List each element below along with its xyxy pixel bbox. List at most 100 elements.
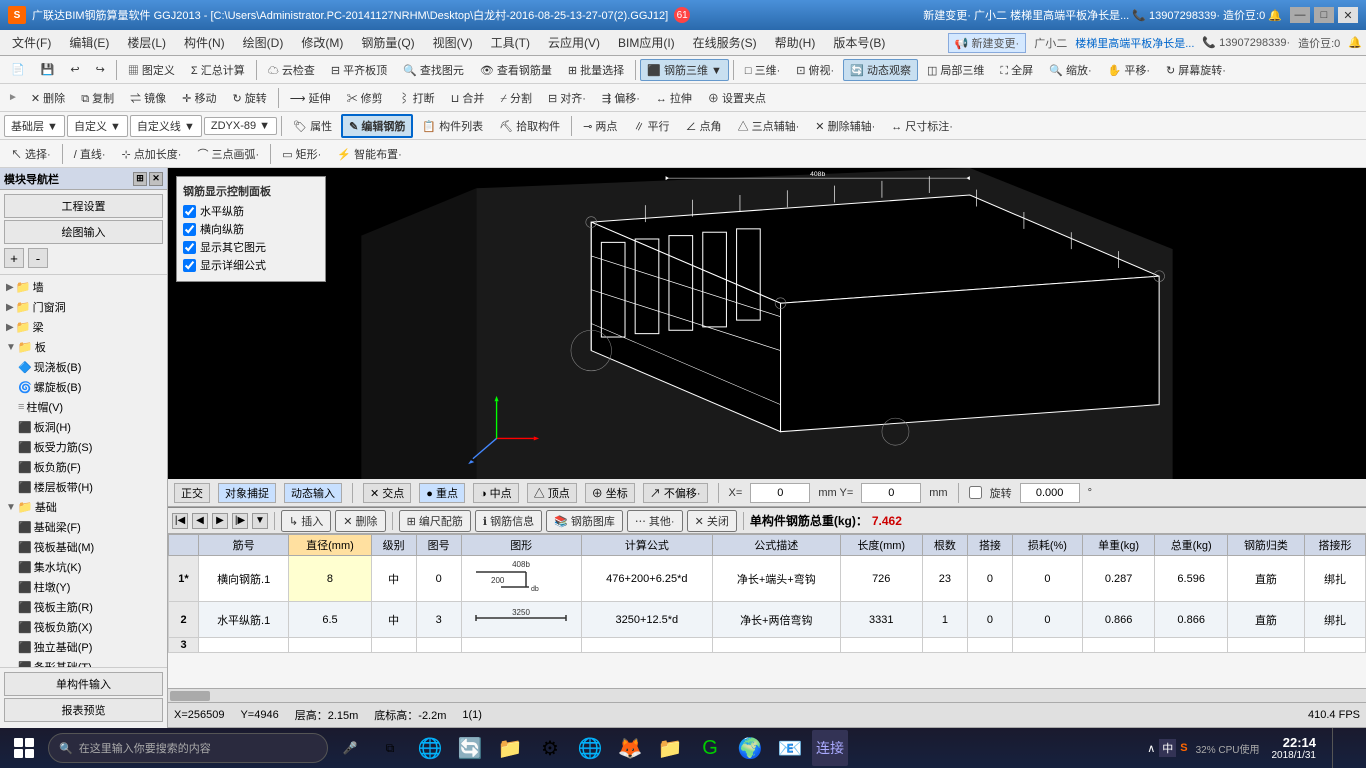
no-offset-btn[interactable]: ↗ 不偏移·	[643, 483, 708, 503]
tb-rect[interactable]: ▭ 矩形·	[275, 143, 328, 165]
tb-delete[interactable]: ✕ 删除	[24, 87, 72, 109]
tb-zdyx[interactable]: ZDYX-89 ▼	[204, 117, 277, 135]
tb-smart-layout[interactable]: ⚡ 智能布置·	[330, 143, 408, 165]
menu-draw[interactable]: 绘图(D)	[235, 32, 292, 53]
menu-bim[interactable]: BIM应用(I)	[610, 32, 683, 53]
nav-next[interactable]: ▶	[212, 513, 228, 529]
tb-custom-line[interactable]: 自定义线 ▼	[130, 115, 202, 137]
taskbar-folder[interactable]: 📁	[492, 730, 528, 766]
sidebar-float-btn[interactable]: ⊞	[133, 172, 147, 186]
close-panel-btn[interactable]: ✕ 关闭	[687, 510, 737, 532]
x-input[interactable]	[750, 483, 810, 503]
row2-lap[interactable]: 0	[967, 602, 1012, 638]
tree-foundation[interactable]: ▼ 📁 基础	[2, 497, 165, 517]
tb-split[interactable]: ⌿ 分割	[493, 87, 539, 109]
tb-calc[interactable]: Σ 汇总计算	[184, 59, 252, 81]
menu-help[interactable]: 帮助(H)	[767, 32, 824, 53]
tb-del-aux[interactable]: ✕ 删除辅轴·	[808, 115, 882, 137]
tree-slab-rebar[interactable]: ⬛ 板受力筋(S)	[14, 437, 165, 457]
row2-shapenum[interactable]: 3	[416, 602, 461, 638]
new-change-btn[interactable]: 📢 新建变更·	[948, 33, 1026, 53]
tree-column-cap[interactable]: ≡ 柱帽(V)	[14, 397, 165, 417]
nav-first[interactable]: |◀	[172, 513, 188, 529]
start-button[interactable]	[4, 728, 44, 768]
tb-zoom[interactable]: 🔍 缩放·	[1042, 59, 1098, 81]
tb-three-aux[interactable]: △ 三点辅轴·	[731, 115, 807, 137]
tb-top-view[interactable]: ⊡ 俯视·	[789, 59, 841, 81]
tree-slab-hole[interactable]: ⬛ 板洞(H)	[14, 417, 165, 437]
dynamic-input-btn[interactable]: 动态输入	[284, 483, 342, 503]
table-row[interactable]: 3	[169, 638, 1366, 653]
row2-length[interactable]: 3331	[840, 602, 922, 638]
sidebar-collapse-btn[interactable]: -	[28, 248, 48, 268]
close-button[interactable]: ✕	[1338, 7, 1358, 23]
tb-new[interactable]: 📄	[4, 60, 32, 79]
rebar-lib-btn[interactable]: 📚 钢筋图库	[546, 510, 623, 532]
row1-formula[interactable]: 476+200+6.25*d	[581, 556, 712, 602]
tb-merge[interactable]: ⊔ 合并	[444, 87, 492, 109]
tb-screen-rotate[interactable]: ↻ 屏幕旋转·	[1159, 59, 1233, 81]
tree-spiral-slab[interactable]: 🌀 螺旋板(B)	[14, 377, 165, 397]
tree-isolated-found[interactable]: ⬛ 独立基础(P)	[14, 637, 165, 657]
tree-beam[interactable]: ▶ 📁 梁	[2, 317, 165, 337]
row1-grade[interactable]: 中	[371, 556, 416, 602]
tb-point-extend[interactable]: ⊹ 点加长度·	[115, 143, 189, 165]
row1-loss[interactable]: 0	[1012, 556, 1082, 602]
row3-loss[interactable]	[1012, 638, 1082, 653]
row2-count[interactable]: 1	[922, 602, 967, 638]
rebar-info-btn[interactable]: ℹ 钢筋信息	[475, 510, 542, 532]
table-row[interactable]: 1* 横向钢筋.1 8 中 0 408b	[169, 556, 1366, 602]
taskbar-app-green[interactable]: G	[692, 730, 728, 766]
tb-undo[interactable]: ↩	[63, 60, 86, 79]
tb-local-3d[interactable]: ◫ 局部三维	[920, 59, 991, 81]
3d-viewport[interactable]: 408b 钢筋显示控制面板 水平纵筋 横向纵筋	[168, 168, 1366, 479]
taskbar-task-view[interactable]: ⧉	[372, 730, 408, 766]
tree-neg-rebar[interactable]: ⬛ 板负筋(F)	[14, 457, 165, 477]
tb-cloud-check[interactable]: ☁ 云检查	[261, 59, 322, 81]
row3-count[interactable]	[922, 638, 967, 653]
tb-align[interactable]: ⊟ 对齐·	[541, 87, 593, 109]
tray-chevron[interactable]: ∧	[1147, 742, 1155, 755]
taskbar-search[interactable]: 🔍 在这里输入你要搜索的内容	[48, 733, 328, 763]
maximize-button[interactable]: □	[1314, 7, 1334, 23]
tray-ime[interactable]: 中	[1159, 739, 1176, 757]
tb-arc[interactable]: ⌒ 三点画弧·	[190, 143, 266, 165]
row1-diameter[interactable]: 8	[289, 556, 371, 602]
tb-pick[interactable]: ⛏ 拾取构件	[492, 115, 567, 137]
snap-btn[interactable]: 对象捕捉	[218, 483, 276, 503]
tb-custom-select[interactable]: 自定义 ▼	[67, 115, 128, 137]
row3-formula[interactable]	[581, 638, 712, 653]
notification-badge[interactable]: 61	[674, 7, 690, 23]
vertex-btn[interactable]: △ 顶点	[527, 483, 577, 503]
tree-wall[interactable]: ▶ 📁 墙	[2, 277, 165, 297]
tb-select[interactable]: ↖ 选择·	[4, 143, 58, 165]
row1-count[interactable]: 23	[922, 556, 967, 602]
tb-move[interactable]: ✛ 移动	[175, 87, 223, 109]
tb-trim[interactable]: ✂ 修剪	[340, 87, 390, 109]
delete-btn[interactable]: ✕ 删除	[335, 510, 385, 532]
tree-floor-band[interactable]: ⬛ 楼层板带(H)	[14, 477, 165, 497]
table-row[interactable]: 2 水平纵筋.1 6.5 中 3 3250	[169, 602, 1366, 638]
row3-shapenum[interactable]	[416, 638, 461, 653]
row1-category[interactable]: 直筋	[1227, 556, 1304, 602]
taskbar-ie[interactable]: 🌐	[572, 730, 608, 766]
tb-3d[interactable]: □ 三维·	[738, 59, 787, 81]
tree-found-beam[interactable]: ⬛ 基础梁(F)	[14, 517, 165, 537]
nav-prev[interactable]: ◀	[192, 513, 208, 529]
report-preview-btn[interactable]: 报表预览	[4, 698, 163, 722]
tb-copy[interactable]: ⧉ 复制	[74, 87, 121, 109]
tree-raft-main[interactable]: ⬛ 筏板主筋(R)	[14, 597, 165, 617]
nav-last[interactable]: |▶	[232, 513, 248, 529]
row1-length[interactable]: 726	[840, 556, 922, 602]
rotate-input[interactable]	[1020, 483, 1080, 503]
menu-online[interactable]: 在线服务(S)	[685, 32, 765, 53]
bell-icon[interactable]: 🔔	[1348, 36, 1362, 49]
tb-mirror[interactable]: ⇌ 镜像	[123, 87, 173, 109]
checkbox-other[interactable]: 显示其它图元	[183, 239, 319, 255]
menu-cloud[interactable]: 云应用(V)	[540, 32, 608, 53]
tree-strip-found[interactable]: ⬛ 条形基础(T)	[14, 657, 165, 667]
menu-tools[interactable]: 工具(T)	[483, 32, 538, 53]
tb-offset[interactable]: ⇶ 偏移·	[595, 87, 647, 109]
tb-find[interactable]: 🔍 查找图元	[396, 59, 471, 81]
row3-laptype[interactable]	[1304, 638, 1365, 653]
